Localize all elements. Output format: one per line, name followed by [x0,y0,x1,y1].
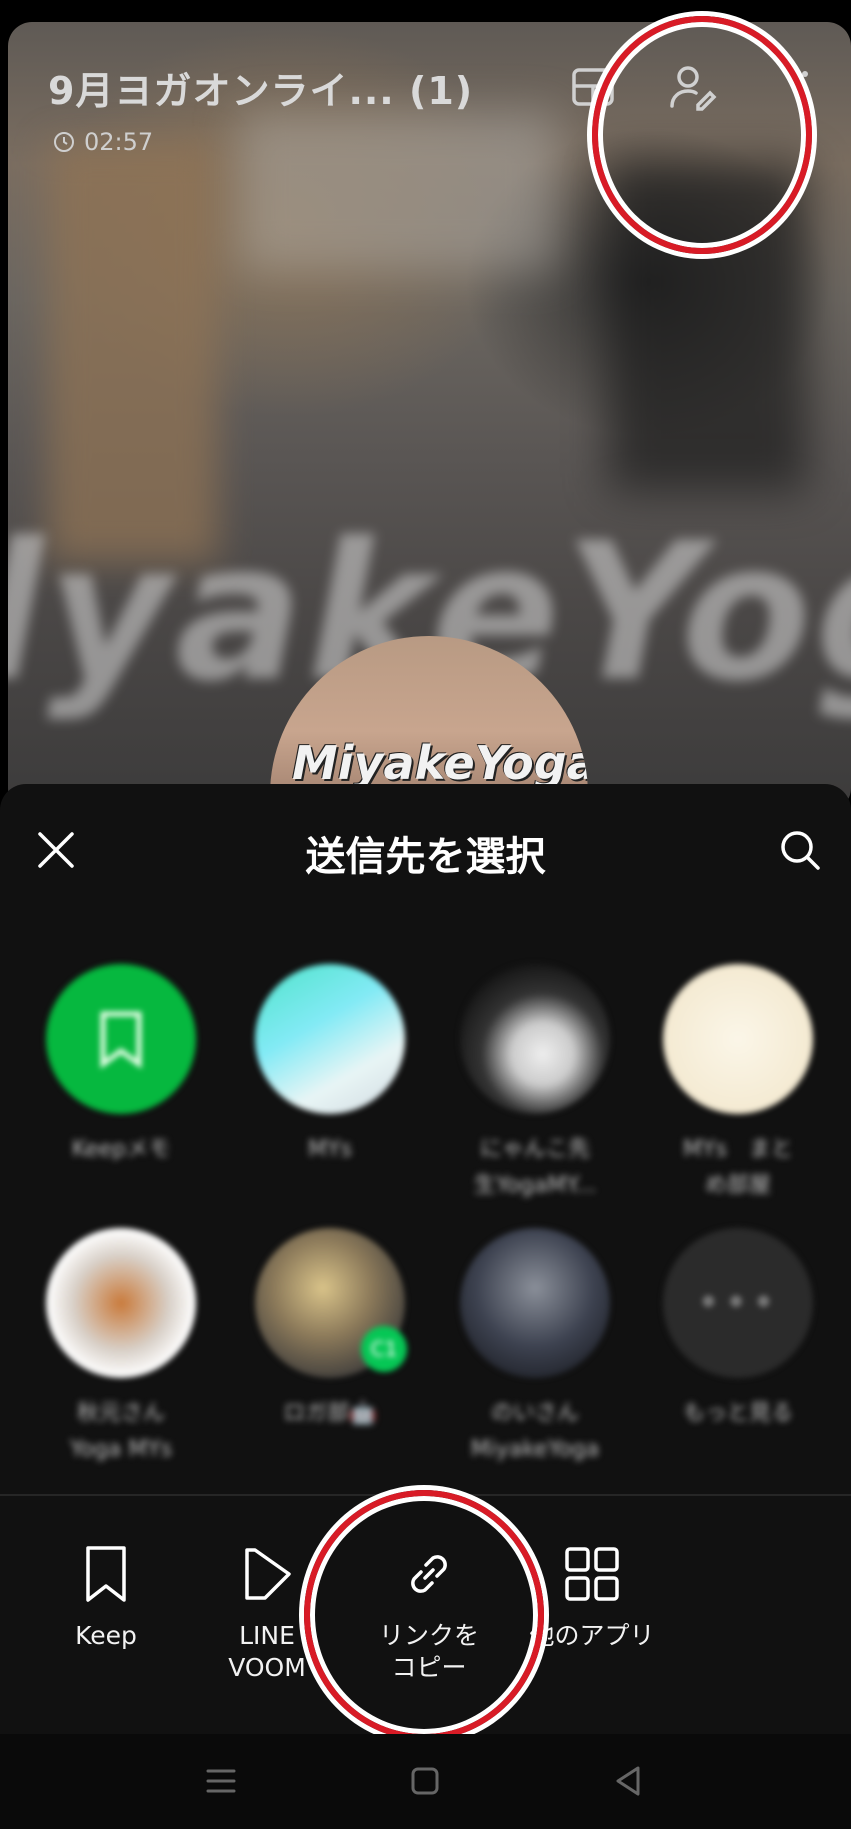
call-timer: 02:57 [52,128,153,156]
recipient-name: MYs まと め部屋 [683,1137,793,1198]
call-title: 9月ヨガオンライ... (1) [48,69,474,113]
share-keep-button[interactable]: Keep [26,1544,186,1652]
avatar [46,1228,196,1378]
system-navigation-bar [0,1734,851,1829]
recent-apps-button[interactable] [198,1758,244,1804]
annotation-circle [304,1490,544,1740]
avatar [46,964,196,1114]
recipient-name: 秋元さん Yoga MYs [69,1401,173,1462]
recipient-name: もっと見る [682,1401,793,1426]
keep-bookmark-icon [100,1011,142,1069]
avatar [460,964,610,1114]
search-icon [781,831,820,870]
home-square-icon [411,1767,439,1795]
recipient-keep-memo[interactable]: Keepメモ [21,964,221,1168]
more-dots-icon: ••• [663,1228,813,1378]
back-triangle-icon [616,1766,640,1796]
recipient-item[interactable]: 秋元さん Yoga MYs [21,1228,221,1468]
background-blur-shape [48,142,218,562]
voom-play-icon [245,1548,291,1600]
recipient-item[interactable]: C1 ロガ部🤖 [230,1228,430,1432]
annotation-circle [592,16,812,254]
background-blur-shape [238,112,558,272]
apps-grid-icon [565,1547,619,1601]
recipient-name: のいさん MiyakeYoga [470,1401,600,1462]
menu-icon [206,1769,236,1793]
sheet-header: 送信先を選択 [0,784,851,904]
call-timer-value: 02:57 [84,128,154,156]
status-badge: C1 [361,1326,407,1372]
bookmark-icon [86,1546,126,1602]
back-button[interactable] [606,1758,652,1804]
clock-icon [54,132,74,152]
recipient-name: MYs [308,1137,352,1162]
see-more-recipients[interactable]: ••• もっと見る [638,1228,838,1432]
recipient-item[interactable]: のいさん MiyakeYoga [435,1228,635,1468]
home-button[interactable] [402,1758,448,1804]
avatar [460,1228,610,1378]
recipient-name: ロガ部🤖 [283,1401,377,1426]
recipient-item[interactable]: にゃんこ先 生YogaMY... [435,964,635,1204]
search-button[interactable] [778,828,822,872]
recipient-item[interactable]: MYs [230,964,430,1168]
recipient-item[interactable]: MYs まと め部屋 [638,964,838,1204]
avatar [663,964,813,1114]
avatar [255,964,405,1114]
avatar: C1 [255,1228,407,1378]
recipient-name: にゃんこ先 生YogaMY... [473,1137,597,1198]
recipient-name: Keepメモ [71,1137,171,1162]
share-label: Keep [75,1621,137,1650]
group-logo-text: MiyakeYoga [292,736,588,790]
sheet-title: 送信先を選択 [305,834,546,880]
